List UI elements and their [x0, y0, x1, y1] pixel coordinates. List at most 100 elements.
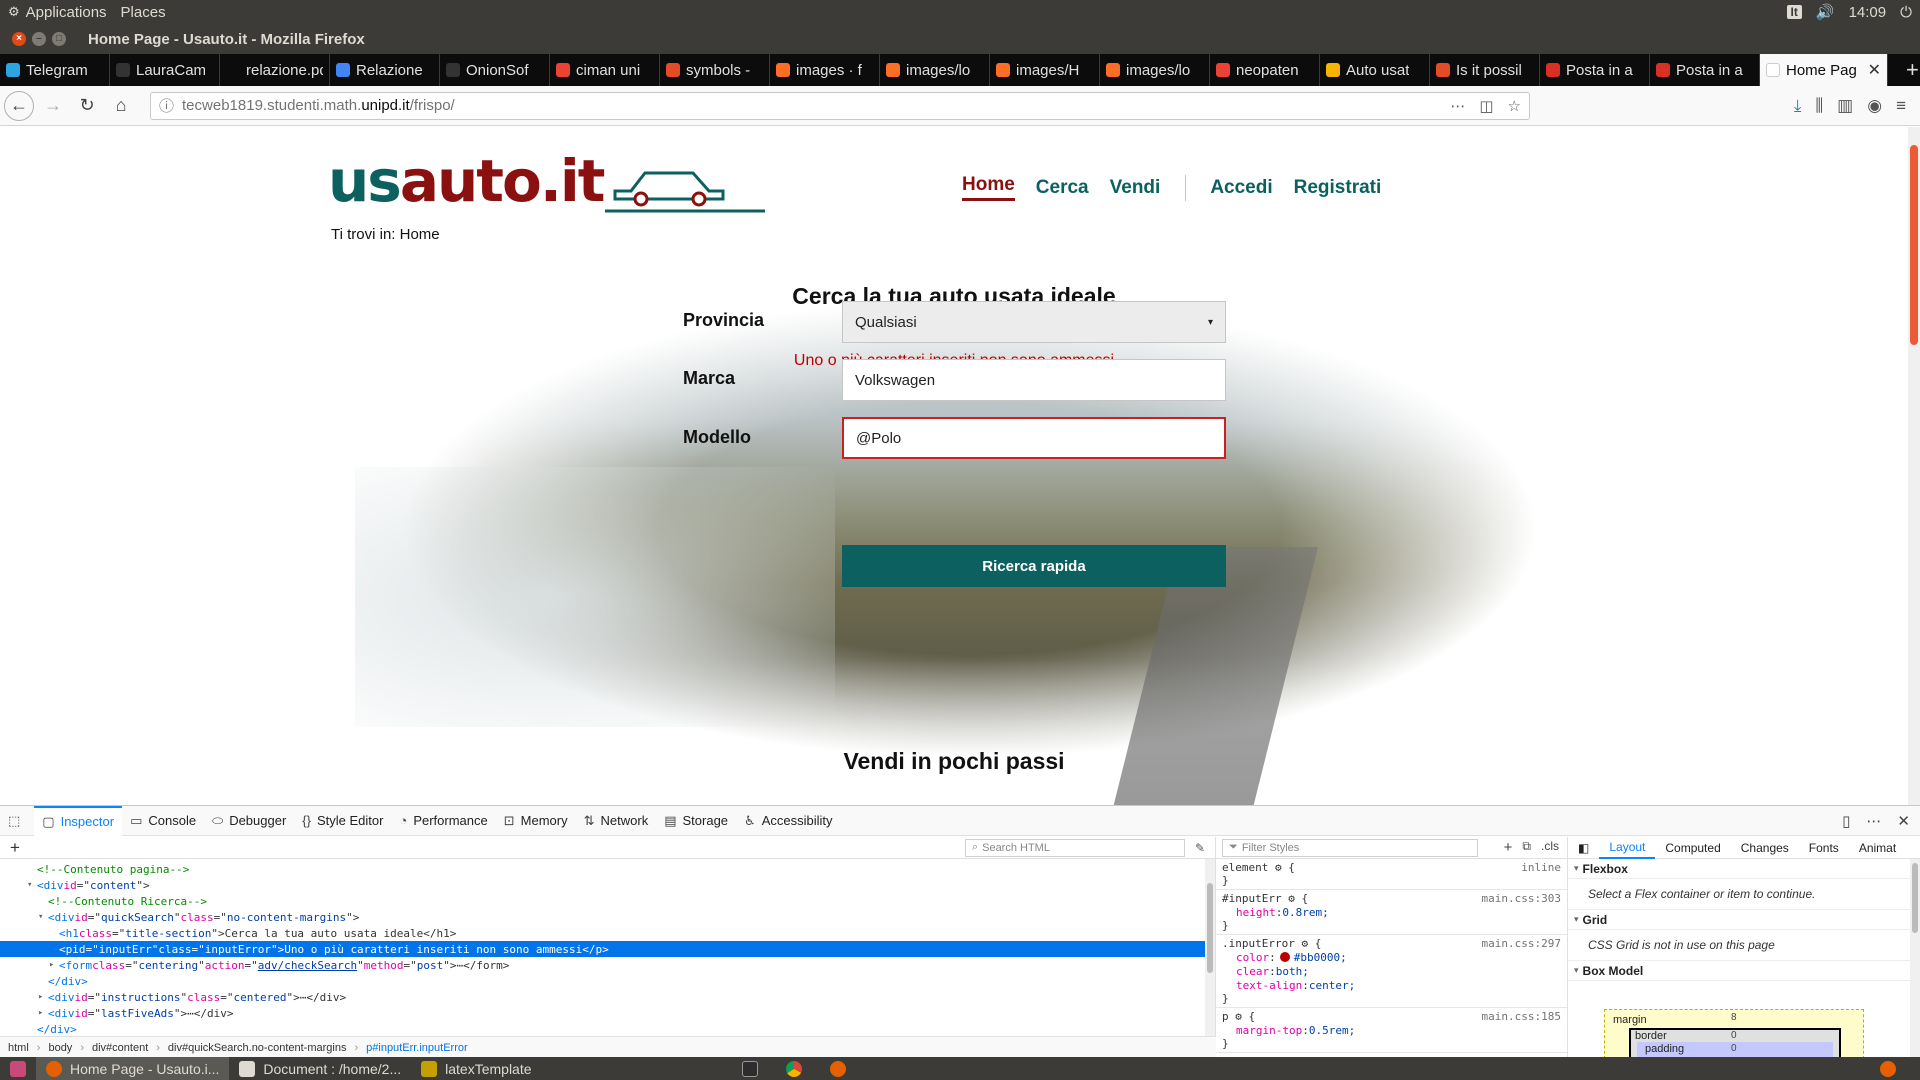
- filter-styles-input[interactable]: ⏷ Filter Styles: [1222, 838, 1478, 857]
- window-maximize-button[interactable]: □: [52, 32, 66, 46]
- devtools-tab-storage[interactable]: ▤ Storage: [656, 806, 736, 836]
- css-rule-selector[interactable]: #inputErr ⚙ {: [1222, 892, 1308, 905]
- css-rule-source-link[interactable]: main.css:185: [1482, 1010, 1561, 1023]
- markup-node[interactable]: ▸ <div id =" instructions " class =" centered "…: [0, 989, 1215, 1005]
- node-expander-icon[interactable]: ▾: [38, 912, 48, 922]
- css-rule-source-link[interactable]: inline: [1521, 861, 1561, 874]
- markup-node[interactable]: ▾ <div id =" quickSearch " class =" no-content…: [0, 909, 1215, 925]
- browser-tab[interactable]: Relazione: [330, 54, 440, 86]
- box-model-border-value[interactable]: 0: [1731, 1030, 1737, 1041]
- firefox-launcher-icon[interactable]: [820, 1057, 864, 1080]
- css-property-name[interactable]: color: [1236, 951, 1269, 964]
- node-breadcrumb-item[interactable]: html: [8, 1042, 29, 1054]
- browser-tab[interactable]: images/H: [990, 54, 1100, 86]
- css-declaration[interactable]: text-align: center;: [1222, 978, 1561, 992]
- marca-input[interactable]: Volkswagen: [842, 359, 1226, 401]
- browser-tab-active[interactable]: Home Pag ✕: [1760, 54, 1888, 86]
- box-model-accordion[interactable]: ▾ Box Model: [1568, 961, 1920, 981]
- terminal-launcher-icon[interactable]: [732, 1057, 776, 1080]
- clock[interactable]: 14:09: [1849, 4, 1887, 21]
- node-breadcrumb-item[interactable]: div#content: [92, 1042, 148, 1054]
- css-rule-selector[interactable]: element ⚙ {: [1222, 861, 1295, 874]
- layout-scrollbar[interactable]: [1910, 859, 1920, 1058]
- css-declaration[interactable]: clear: both;: [1222, 964, 1561, 978]
- nav-vendi[interactable]: Vendi: [1110, 177, 1161, 199]
- add-rule-icon[interactable]: +: [1504, 839, 1513, 856]
- browser-tab[interactable]: images/lo: [880, 54, 990, 86]
- show-desktop-icon[interactable]: [0, 1057, 36, 1080]
- devtools-tab-network[interactable]: ⇅ Network: [576, 806, 657, 836]
- page-actions-icon[interactable]: ⋯: [1450, 97, 1465, 115]
- taskbar-item-latex[interactable]: latexTemplate: [411, 1057, 541, 1080]
- taskbar-item-document[interactable]: Document : /home/2...: [229, 1057, 411, 1080]
- markup-node[interactable]: </div>: [0, 973, 1215, 989]
- forward-button[interactable]: →: [38, 91, 68, 121]
- site-logo[interactable]: us auto.it: [328, 147, 766, 215]
- browser-tab[interactable]: LauraCam: [110, 54, 220, 86]
- taskbar-item-firefox[interactable]: Home Page - Usauto.i...: [36, 1057, 230, 1080]
- url-bar[interactable]: ⓘ tecweb1819.studenti.math. unipd.it/fris…: [150, 91, 1530, 120]
- add-node-icon[interactable]: +: [10, 838, 20, 858]
- css-rule-selector[interactable]: .inputError ⚙ {: [1222, 937, 1321, 950]
- css-property-name[interactable]: clear: [1236, 965, 1269, 978]
- node-breadcrumb-item[interactable]: body: [48, 1042, 72, 1054]
- browser-tab[interactable]: Auto usat: [1320, 54, 1430, 86]
- css-property-name[interactable]: text-align: [1236, 979, 1302, 992]
- power-icon[interactable]: ⏻: [1900, 4, 1912, 21]
- browser-tab[interactable]: Posta in a: [1650, 54, 1760, 86]
- window-close-button[interactable]: ×: [12, 32, 26, 46]
- page-scrollbar[interactable]: [1908, 127, 1920, 805]
- markup-node[interactable]: ▸ <form class =" centering " action =" adv/che…: [0, 957, 1215, 973]
- devtools-close-icon[interactable]: ✕: [1897, 812, 1910, 830]
- box-model-padding-value[interactable]: 0: [1731, 1043, 1737, 1054]
- window-minimize-button[interactable]: –: [32, 32, 46, 46]
- css-property-value[interactable]: both;: [1276, 965, 1309, 978]
- sidebar-tab-animat[interactable]: Animat: [1849, 837, 1906, 859]
- element-picker-icon[interactable]: ⬚: [0, 806, 34, 836]
- devtools-tab-console[interactable]: ▭ Console: [122, 806, 204, 836]
- css-property-value[interactable]: 0.8rem;: [1282, 906, 1328, 919]
- devtools-tab-style-editor[interactable]: {} Style Editor: [294, 806, 391, 836]
- toggle-classes-button[interactable]: .cls: [1541, 839, 1559, 856]
- dock-side-icon[interactable]: ▯: [1842, 812, 1850, 830]
- site-info-icon[interactable]: ⓘ: [159, 95, 174, 116]
- downloads-icon[interactable]: ⤓: [1794, 96, 1802, 116]
- markup-node[interactable]: <h1 class =" title-section ">Cerca la tua a…: [0, 925, 1215, 941]
- browser-tab[interactable]: Is it possil: [1430, 54, 1540, 86]
- bookmark-star-icon[interactable]: ☆: [1508, 97, 1521, 115]
- pocket-icon[interactable]: ◫: [1479, 97, 1493, 115]
- reload-button[interactable]: ↻: [72, 91, 102, 121]
- node-expander-icon[interactable]: ▸: [38, 992, 48, 1002]
- markup-node[interactable]: <!--Contenuto pagina-->: [0, 861, 1215, 877]
- devtools-tab-debugger[interactable]: ⬭ Debugger: [204, 806, 294, 836]
- sidebar-tab-fonts[interactable]: Fonts: [1799, 837, 1849, 859]
- css-property-name[interactable]: margin-top: [1236, 1024, 1302, 1037]
- devtools-tab-inspector[interactable]: ▢ Inspector: [34, 805, 123, 836]
- browser-tab[interactable]: relazione.pdf: [220, 54, 330, 86]
- browser-tab[interactable]: OnionSof: [440, 54, 550, 86]
- sidebar-tab-layout[interactable]: Layout: [1599, 837, 1656, 859]
- new-tab-button[interactable]: +: [1894, 54, 1920, 86]
- markup-node[interactable]: <!--Contenuto Ricerca-->: [0, 893, 1215, 909]
- sidebar-tab-computed[interactable]: Computed: [1655, 837, 1730, 859]
- markup-node[interactable]: ▸ <div id =" lastFiveAds ">⋯</div>: [0, 1005, 1215, 1021]
- css-property-value[interactable]: #bb0000;: [1294, 951, 1347, 964]
- css-declaration[interactable]: color: #bb0000;: [1222, 950, 1561, 964]
- keyboard-layout-indicator[interactable]: It: [1786, 5, 1802, 19]
- search-html-input[interactable]: ⌕ Search HTML: [964, 838, 1185, 857]
- back-button[interactable]: ←: [4, 90, 34, 121]
- quick-search-button[interactable]: Ricerca rapida: [842, 545, 1226, 587]
- css-declaration[interactable]: margin-top: 0.5rem;: [1222, 1023, 1561, 1037]
- css-property-value[interactable]: 0.5rem;: [1309, 1024, 1355, 1037]
- node-expander-icon[interactable]: ▾: [27, 880, 37, 890]
- sidebar-toggle-icon[interactable]: ◧: [1568, 837, 1599, 859]
- browser-tab[interactable]: images/lo: [1100, 54, 1210, 86]
- nav-accedi[interactable]: Accedi: [1210, 177, 1272, 199]
- markup-token[interactable]: adv/checkSearch: [258, 959, 357, 972]
- devtools-menu-icon[interactable]: ⋯: [1866, 812, 1881, 830]
- nav-home[interactable]: Home: [962, 174, 1015, 201]
- css-rule-source-link[interactable]: main.css:303: [1482, 892, 1561, 905]
- browser-tab[interactable]: ciman uni: [550, 54, 660, 86]
- css-rule-source-link[interactable]: main.css:297: [1482, 937, 1561, 950]
- nav-cerca[interactable]: Cerca: [1036, 177, 1089, 199]
